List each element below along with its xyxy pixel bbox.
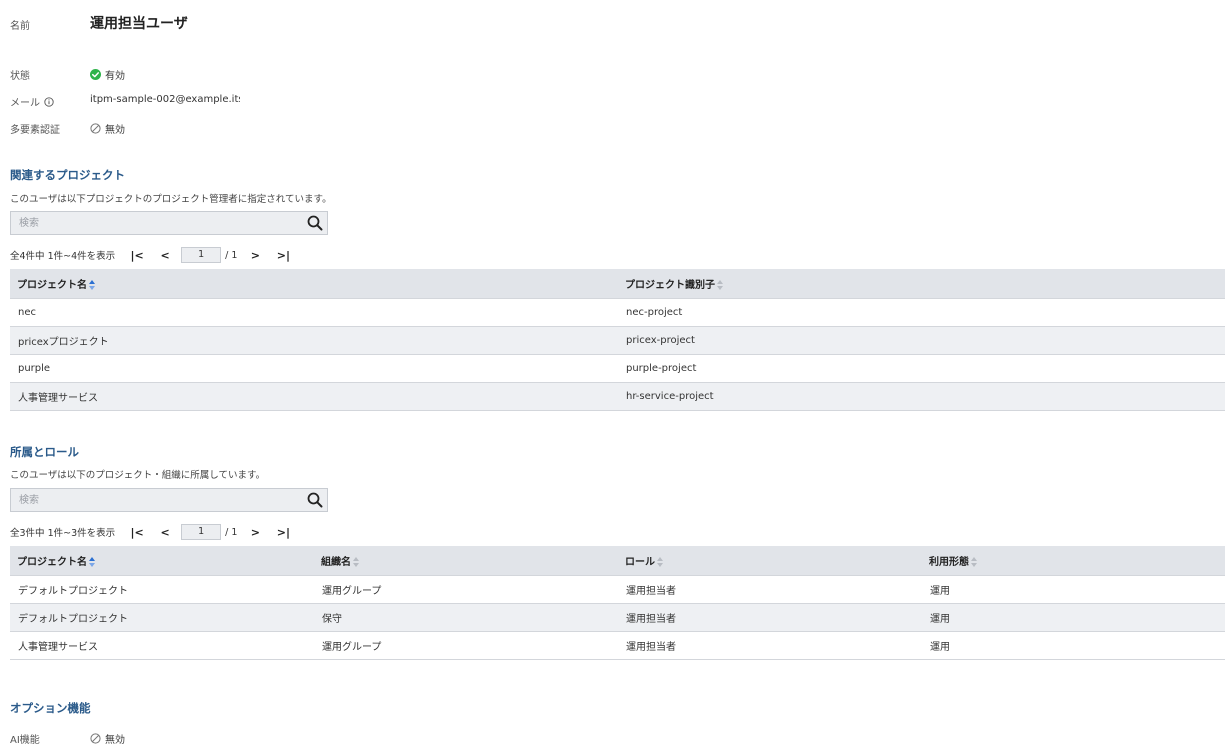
mfa-text: 無効 [105,125,125,136]
next-page-button[interactable]: > [241,526,269,539]
sort-icon[interactable] [89,280,96,290]
cell-usage: 運用 [922,631,1225,660]
cell-usage: 運用 [922,603,1225,632]
table-row[interactable]: pricexプロジェクト pricex-project [10,326,1225,355]
column-project-name[interactable]: プロジェクト名 [10,546,314,576]
memberships-section-title: 所属とロール [10,445,79,459]
projects-pager: 全4件中 1件~4件を表示 |< < 1 / 1 > >| [10,247,297,263]
name-label: 名前 [10,21,30,32]
projects-table: プロジェクト名 プロジェクト識別子 nec nec-project pricex… [10,269,1225,411]
prev-page-button[interactable]: < [151,526,179,539]
cell-project-name: nec [10,298,618,327]
table-row[interactable]: purple purple-project [10,354,1225,383]
column-project-id[interactable]: プロジェクト識別子 [618,269,1225,299]
cell-project-name: デフォルトプロジェクト [10,575,314,604]
memberships-search-input[interactable] [11,489,299,511]
table-row[interactable]: 人事管理サービス 運用グループ 運用担当者 運用 [10,631,1225,660]
table-row[interactable]: nec nec-project [10,298,1225,327]
page-total: / 1 [225,249,238,261]
table-header-row: プロジェクト名 プロジェクト識別子 [10,269,1225,299]
memberships-pager-count: 全3件中 1件~3件を表示 [10,528,116,539]
first-page-button[interactable]: |< [123,526,151,539]
cell-project-id: nec-project [618,298,1225,327]
table-row[interactable]: デフォルトプロジェクト 運用グループ 運用担当者 運用 [10,575,1225,604]
cell-project-name: purple [10,354,618,383]
cell-project-name: 人事管理サービス [10,631,314,660]
column-project-name[interactable]: プロジェクト名 [10,269,618,299]
search-icon[interactable] [306,214,324,232]
last-page-button[interactable]: >| [269,526,297,539]
cell-project-name: デフォルトプロジェクト [10,603,314,632]
status-label: 状態 [10,71,30,82]
ai-text: 無効 [105,735,125,746]
ai-label: AI機能 [10,735,40,746]
table-row[interactable]: 人事管理サービス hr-service-project [10,382,1225,411]
mfa-value: 無効 [90,121,125,136]
memberships-description: このユーザは以下のプロジェクト・組織に所属しています。 [10,470,266,481]
sort-icon[interactable] [353,557,360,567]
cell-project-id: pricex-project [618,326,1225,355]
cell-organization: 運用グループ [314,631,618,660]
memberships-search [10,488,328,512]
sort-icon[interactable] [89,557,96,567]
column-usage[interactable]: 利用形態 [922,546,1225,576]
table-header-row: プロジェクト名 組織名 ロール 利用形態 [10,546,1225,576]
column-role[interactable]: ロール [618,546,922,576]
page-number-input[interactable]: 1 [181,247,222,263]
projects-description: このユーザは以下プロジェクトのプロジェクト管理者に指定されています。 [10,194,332,205]
memberships-table: プロジェクト名 組織名 ロール 利用形態 デフォルトプロジェクト 運用グループ … [10,546,1225,660]
cell-organization: 運用グループ [314,575,618,604]
cell-project-id: purple-project [618,354,1225,383]
prev-page-button[interactable]: < [151,249,179,262]
sort-icon[interactable] [971,557,978,567]
sort-icon[interactable] [657,557,664,567]
status-text: 有効 [105,71,125,82]
email-label: メール [10,98,40,109]
cell-project-name: 人事管理サービス [10,382,618,411]
user-name: 運用担当ユーザ [90,16,188,32]
projects-search [10,211,328,235]
cell-project-name: pricexプロジェクト [10,326,618,355]
cell-role: 運用担当者 [618,603,922,632]
mfa-label: 多要素認証 [10,125,60,136]
projects-section-title: 関連するプロジェクト [10,168,125,182]
check-circle-icon [90,69,101,80]
projects-search-input[interactable] [11,212,299,234]
email-value: itpm-sample-002@example.itsm [90,94,240,105]
search-icon[interactable] [306,491,324,509]
page-total: / 1 [225,526,238,538]
table-row[interactable]: デフォルトプロジェクト 保守 運用担当者 運用 [10,603,1225,632]
page-number-input[interactable]: 1 [181,524,222,540]
cell-project-id: hr-service-project [618,382,1225,411]
cell-role: 運用担当者 [618,631,922,660]
column-organization[interactable]: 組織名 [314,546,618,576]
first-page-button[interactable]: |< [123,249,151,262]
status-value: 有効 [90,67,125,82]
info-icon[interactable] [44,96,54,107]
last-page-button[interactable]: >| [269,249,297,262]
disabled-icon [90,733,101,744]
options-section-title: オプション機能 [10,701,91,715]
sort-icon[interactable] [717,280,724,290]
ai-value: 無効 [90,731,125,746]
disabled-icon [90,123,101,134]
projects-pager-count: 全4件中 1件~4件を表示 [10,251,116,262]
memberships-pager: 全3件中 1件~3件を表示 |< < 1 / 1 > >| [10,524,297,540]
cell-usage: 運用 [922,575,1225,604]
next-page-button[interactable]: > [241,249,269,262]
cell-organization: 保守 [314,603,618,632]
email-label-row: メール [10,94,54,109]
cell-role: 運用担当者 [618,575,922,604]
